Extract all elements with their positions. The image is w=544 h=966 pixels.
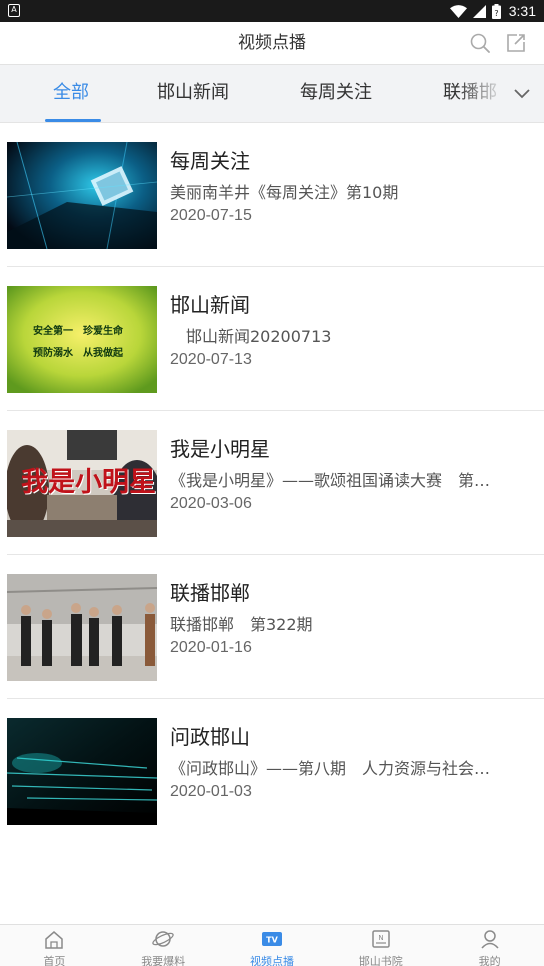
video-thumbnail: 安全第一 珍爱生命 预防溺水 从我做起	[7, 286, 157, 393]
nav-label: 视频点播	[249, 955, 294, 966]
bottom-nav: 首页 我要爆料 TV 视频点播 N 邯山书院 我的	[0, 924, 544, 966]
status-bar: A ? 3:31	[0, 0, 544, 22]
tv-icon: TV	[261, 929, 283, 949]
nav-label: 邯山书院	[358, 955, 403, 966]
video-list: 每周关注 美丽南羊井《每周关注》第10期 2020-07-15 安全第一 珍爱生…	[0, 123, 544, 843]
svg-text:N: N	[378, 934, 383, 942]
nav-home[interactable]: 首页	[0, 925, 109, 966]
video-thumbnail: 我是小明星	[7, 430, 157, 537]
video-description: 《问政邯山》——第八期 人力资源与社会…	[170, 759, 491, 778]
tab-active-indicator	[45, 119, 101, 122]
wifi-icon	[449, 4, 467, 18]
tab-fade	[456, 65, 506, 122]
book-icon: N	[370, 929, 392, 949]
tab-weekly-focus[interactable]: 每周关注	[300, 65, 372, 122]
svg-text:?: ?	[494, 9, 498, 18]
thumbnail-caption: 安全第一 珍爱生命	[33, 326, 123, 337]
status-icons: ? 3:31	[449, 0, 536, 22]
app-header: 视频点播	[0, 22, 544, 65]
video-date: 2020-01-16	[170, 639, 252, 656]
video-thumbnail	[7, 718, 157, 825]
nav-label: 首页	[43, 955, 66, 966]
video-date: 2020-07-13	[170, 351, 252, 368]
video-description: 美丽南羊井《每周关注》第10期	[170, 183, 399, 202]
home-icon	[43, 929, 65, 949]
video-thumbnail	[7, 574, 157, 681]
chevron-down-icon	[514, 89, 530, 99]
video-description: 联播邯郸 第322期	[170, 615, 313, 634]
nav-profile[interactable]: 我的	[435, 925, 544, 966]
nav-report[interactable]: 我要爆料	[109, 925, 218, 966]
video-item[interactable]: 我是小明星 我是小明星 《我是小明星》——歌颂祖国诵读大赛 第… 2020-03…	[0, 411, 544, 555]
video-description: 邯山新闻20200713	[170, 327, 332, 346]
video-description: 《我是小明星》——歌颂祖国诵读大赛 第…	[170, 471, 491, 490]
thumbnail-caption: 我是小明星	[21, 467, 156, 498]
tab-hanshan-news[interactable]: 邯山新闻	[157, 65, 229, 122]
video-thumbnail	[7, 142, 157, 249]
search-icon[interactable]	[469, 32, 491, 54]
video-item[interactable]: 联播邯郸 联播邯郸 第322期 2020-01-16	[0, 555, 544, 699]
page-title: 视频点播	[238, 33, 306, 53]
video-item[interactable]: 问政邯山 《问政邯山》——第八期 人力资源与社会… 2020-01-03	[0, 699, 544, 843]
svg-text:TV: TV	[266, 936, 278, 945]
video-title: 邯山新闻	[170, 293, 250, 317]
notification-icon: A	[8, 4, 20, 17]
signal-icon	[472, 4, 486, 18]
battery-icon: ?	[491, 3, 501, 19]
user-icon	[479, 929, 501, 949]
share-icon[interactable]	[505, 32, 527, 54]
nav-label: 我要爆料	[141, 955, 186, 966]
video-title: 问政邯山	[170, 725, 250, 749]
video-title: 每周关注	[170, 149, 250, 173]
video-title: 我是小明星	[170, 437, 270, 461]
nav-academy[interactable]: N 邯山书院	[326, 925, 435, 966]
thumbnail-caption: 预防溺水 从我做起	[33, 348, 123, 359]
video-item[interactable]: 安全第一 珍爱生命 预防溺水 从我做起 邯山新闻 邯山新闻20200713 20…	[0, 267, 544, 411]
video-item[interactable]: 每周关注 美丽南羊井《每周关注》第10期 2020-07-15	[0, 123, 544, 267]
video-date: 2020-01-03	[170, 783, 252, 800]
nav-label: 我的	[478, 955, 501, 966]
more-tabs-button[interactable]	[500, 65, 544, 122]
nav-video[interactable]: TV 视频点播	[218, 925, 327, 966]
planet-icon	[152, 929, 174, 949]
status-time: 3:31	[508, 3, 536, 19]
tab-all[interactable]: 全部	[53, 65, 89, 122]
video-date: 2020-03-06	[170, 495, 252, 512]
video-date: 2020-07-15	[170, 207, 252, 224]
video-title: 联播邯郸	[170, 581, 250, 605]
category-tabs: 全部 邯山新闻 每周关注 联播邯	[0, 65, 544, 123]
